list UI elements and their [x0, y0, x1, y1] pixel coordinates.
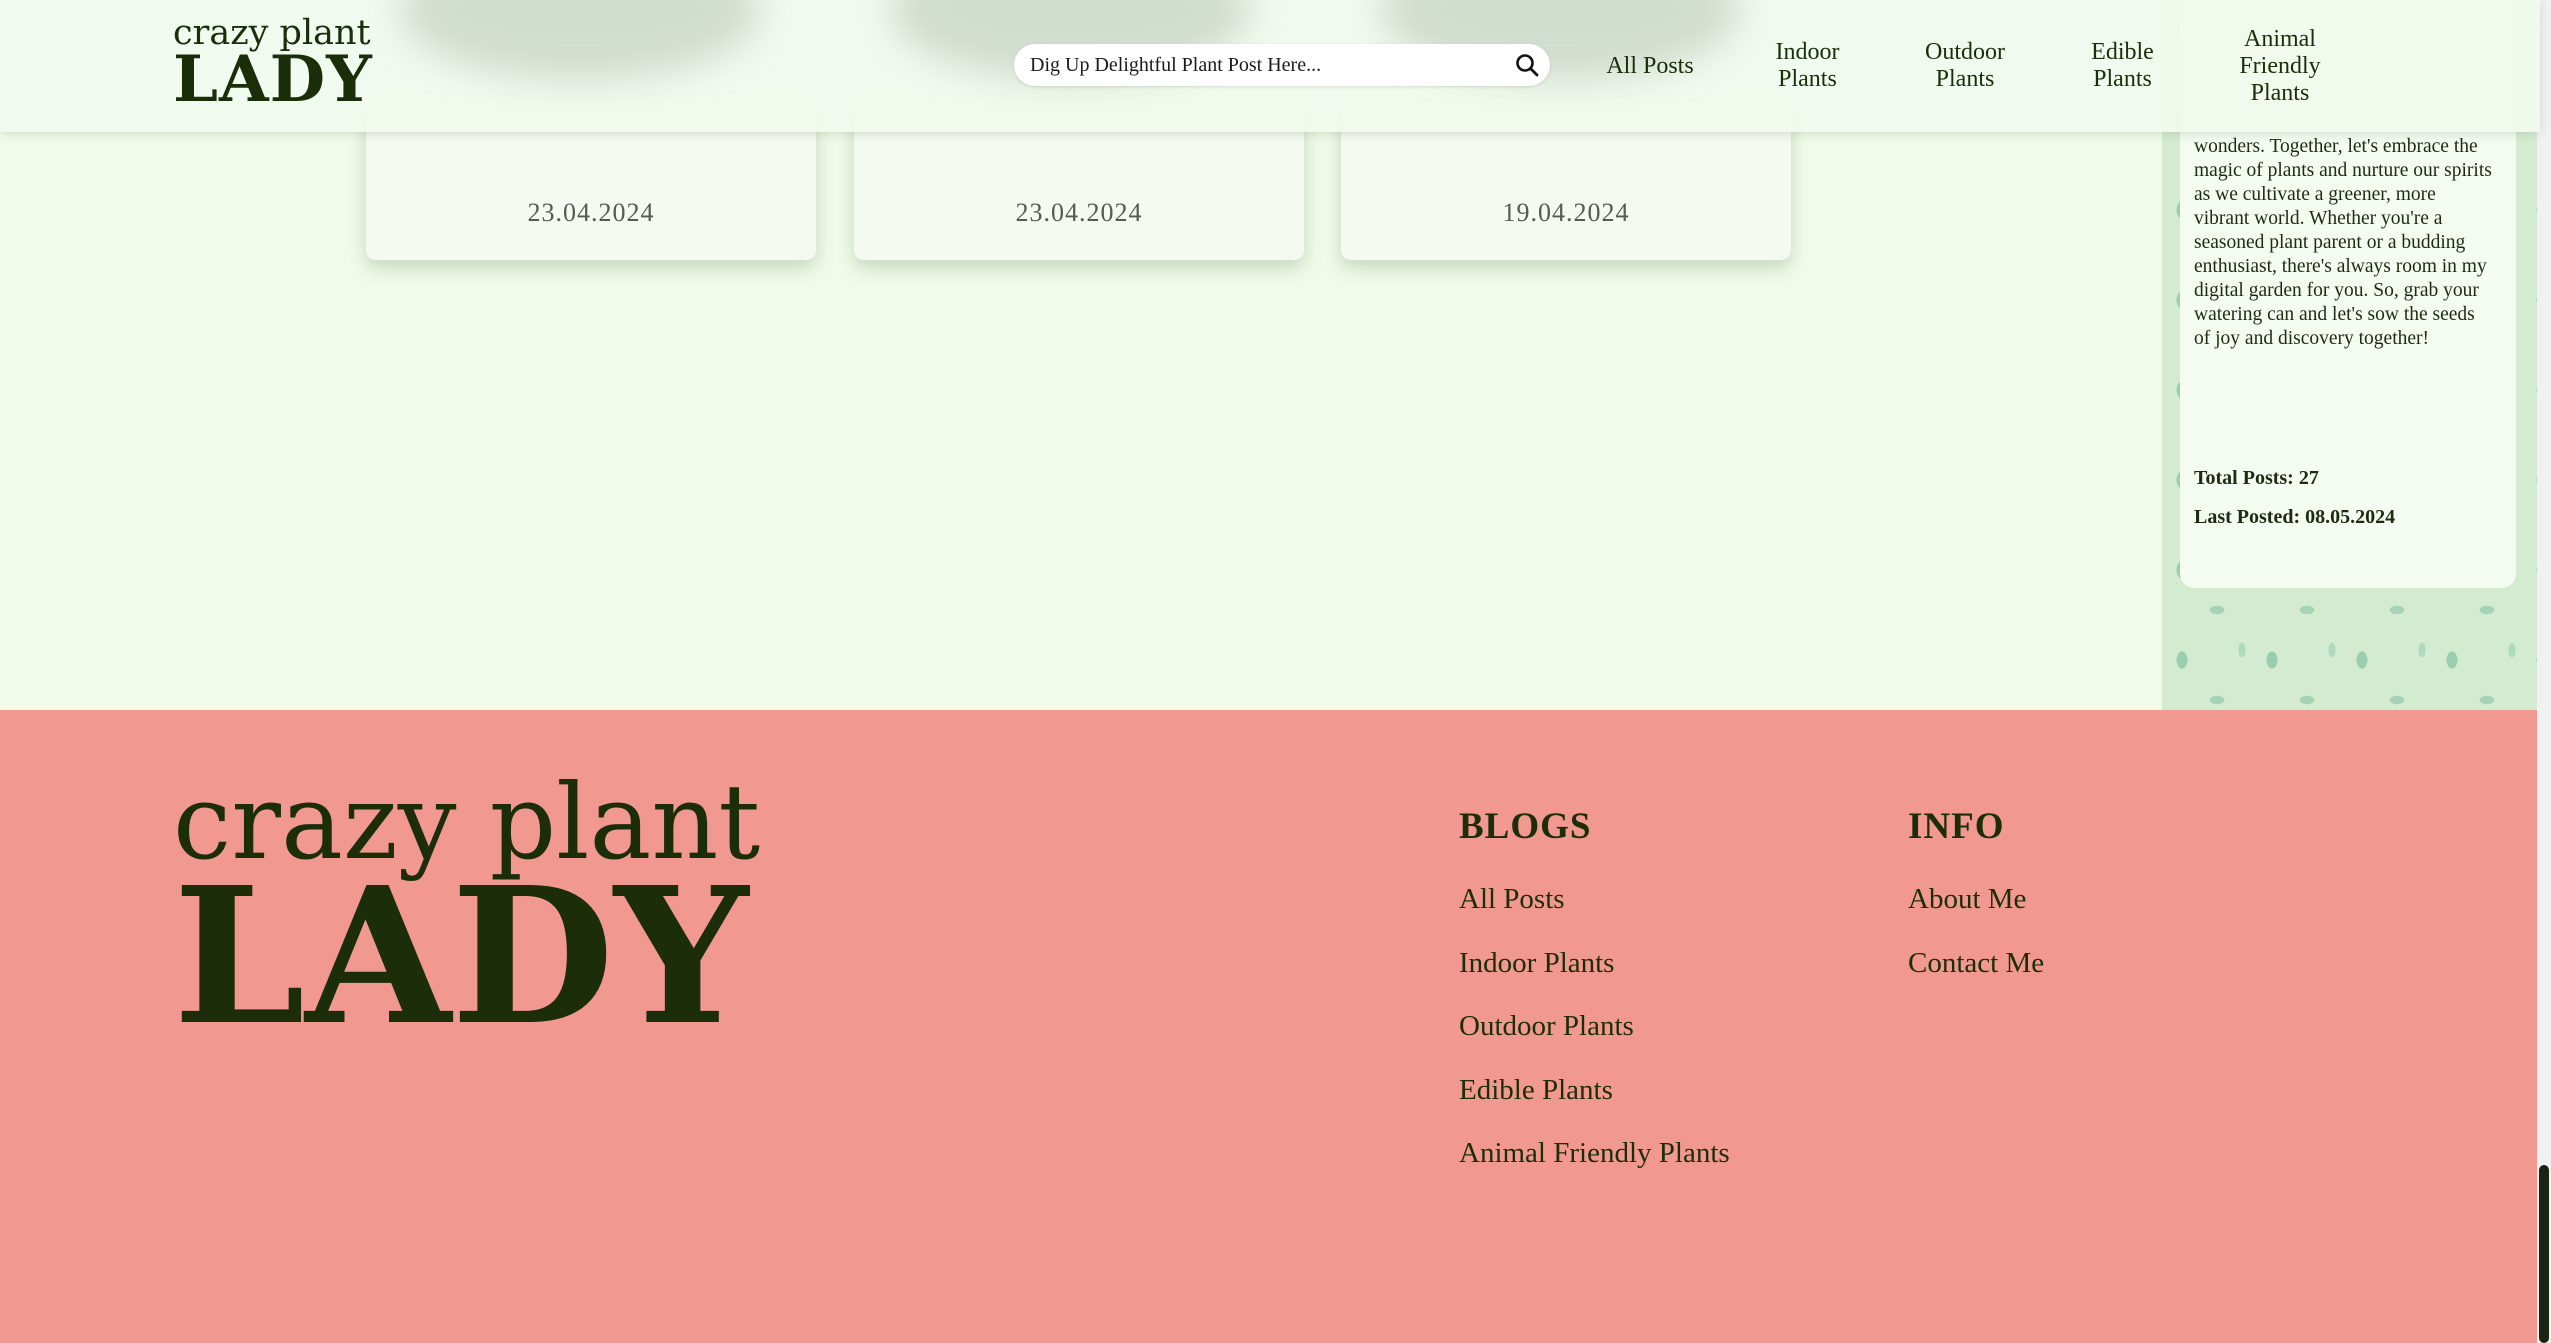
footer-blogs-heading: BLOGS	[1459, 806, 1592, 847]
post-date: 23.04.2024	[1015, 198, 1143, 227]
nav-indoor-plants[interactable]: Indoor Plants	[1750, 0, 1865, 132]
search-input[interactable]	[1030, 44, 1500, 86]
site-logo[interactable]: crazy plant LADY	[173, 16, 373, 117]
about-bio-text: wonders. Together, let's embrace the mag…	[2194, 136, 2492, 349]
footer-link-edible-plants[interactable]: Edible Plants	[1459, 1059, 1730, 1123]
total-posts-stat: Total Posts: 27	[2194, 467, 2319, 489]
nav-edible-plants[interactable]: Edible Plants	[2065, 0, 2180, 132]
nav-indoor-plants-label: Indoor Plants	[1775, 39, 1840, 92]
search-icon[interactable]	[1514, 52, 1540, 78]
footer-link-outdoor-plants[interactable]: Outdoor Plants	[1459, 995, 1730, 1059]
footer-info-heading: INFO	[1908, 806, 2005, 847]
site-footer: crazy plant LADY BLOGS All Posts Indoor …	[0, 710, 2537, 1343]
nav-edible-plants-label: Edible Plants	[2091, 39, 2154, 92]
post-date: 23.04.2024	[527, 198, 655, 227]
logo-bottom-text: LADY	[173, 42, 373, 117]
footer-link-indoor-plants[interactable]: Indoor Plants	[1459, 932, 1730, 996]
nav-animal-friendly-plants-label: Animal Friendly Plants	[2239, 25, 2321, 106]
nav-animal-friendly-plants[interactable]: Animal Friendly Plants	[2220, 0, 2340, 132]
last-posted-stat: Last Posted: 08.05.2024	[2194, 506, 2396, 528]
card-image-shadow	[400, 0, 760, 80]
footer-blogs-column: BLOGS All Posts Indoor Plants Outdoor Pl…	[1459, 805, 1730, 1186]
page-scrollbar[interactable]	[2537, 0, 2551, 1343]
footer-logo-bottom-text: LADY	[173, 846, 749, 1067]
footer-link-contact-me[interactable]: Contact Me	[1908, 932, 2044, 996]
site-header: crazy plant LADY All Posts IndoorPlants …	[0, 0, 2540, 132]
footer-info-column: INFO About Me Contact Me	[1908, 805, 2044, 995]
footer-link-all-posts[interactable]: All Posts	[1459, 868, 1730, 932]
footer-link-about-me[interactable]: About Me	[1908, 868, 2044, 932]
nav-outdoor-plants[interactable]: Outdoor Plants	[1905, 0, 2025, 132]
page: 23.04.2024 23.04.2024 19.04.2024 wonders…	[0, 0, 2551, 1343]
footer-link-animal-friendly-plants[interactable]: Animal Friendly Plants	[1459, 1122, 1730, 1186]
nav-all-posts[interactable]: All Posts	[1590, 0, 1710, 132]
post-date: 19.04.2024	[1502, 198, 1630, 227]
nav-all-posts-label: All Posts	[1606, 52, 1694, 79]
search-bar	[1014, 44, 1550, 86]
footer-logo[interactable]: crazy plant LADY	[173, 770, 760, 1067]
scrollbar-thumb[interactable]	[2539, 1165, 2549, 1343]
nav-outdoor-plants-label: Outdoor Plants	[1925, 39, 2005, 92]
